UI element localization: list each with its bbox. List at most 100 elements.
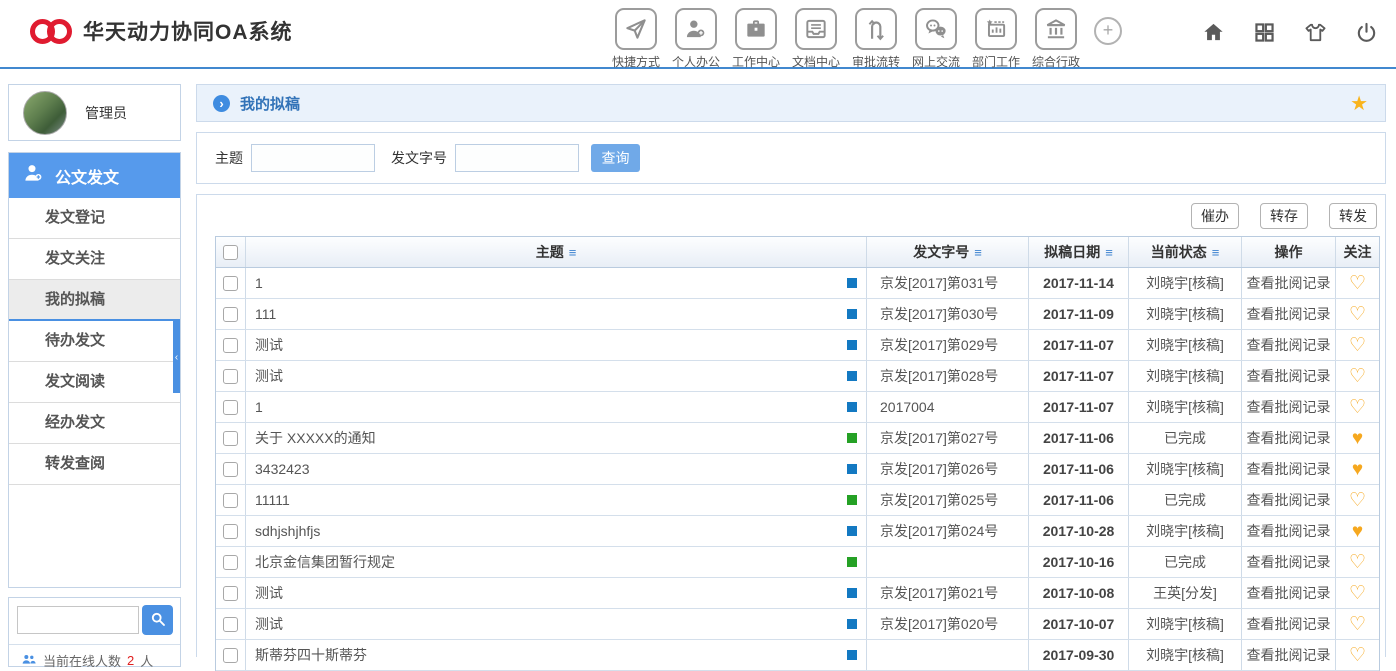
subject-text[interactable]: 1 bbox=[255, 399, 847, 415]
view-records-link[interactable]: 查看批阅记录 bbox=[1247, 366, 1331, 386]
favorite-heart-outline-icon[interactable]: ♡ bbox=[1349, 553, 1366, 572]
view-records-link[interactable]: 查看批阅记录 bbox=[1247, 583, 1331, 603]
subject-text[interactable]: 关于 XXXXX的通知 bbox=[255, 428, 847, 448]
sort-icon[interactable]: ≡ bbox=[974, 245, 982, 260]
view-records-link[interactable]: 查看批阅记录 bbox=[1247, 273, 1331, 293]
query-button[interactable]: 查询 bbox=[591, 144, 640, 172]
subject-text[interactable]: 测试 bbox=[255, 335, 847, 355]
subject-text[interactable]: 111 bbox=[255, 306, 847, 322]
favorite-heart-filled-icon[interactable]: ♥ bbox=[1352, 429, 1363, 448]
nav-item-1[interactable]: 快捷方式 bbox=[606, 8, 666, 70]
row-checkbox[interactable] bbox=[223, 524, 238, 539]
subject-text[interactable]: 斯蒂芬四十斯蒂芬 bbox=[255, 645, 847, 665]
nav-item-label: 综合行政 bbox=[1032, 53, 1080, 70]
current-status: 已完成 bbox=[1129, 485, 1242, 515]
view-records-link[interactable]: 查看批阅记录 bbox=[1247, 397, 1331, 417]
sidebar-item-6[interactable]: 经办发文 bbox=[9, 403, 180, 444]
nav-item-5[interactable]: 审批流转 bbox=[846, 8, 906, 70]
favorite-heart-outline-icon[interactable]: ♡ bbox=[1349, 367, 1366, 386]
row-checkbox[interactable] bbox=[223, 276, 238, 291]
row-checkbox[interactable] bbox=[223, 338, 238, 353]
row-checkbox[interactable] bbox=[223, 586, 238, 601]
row-checkbox[interactable] bbox=[223, 648, 238, 663]
doc-number-filter-input[interactable] bbox=[455, 144, 579, 172]
column-header-2: 发文字号≡ bbox=[867, 237, 1029, 267]
subject-text[interactable]: 1 bbox=[255, 275, 847, 291]
view-records-link[interactable]: 查看批阅记录 bbox=[1247, 428, 1331, 448]
column-header-5: 操作 bbox=[1242, 237, 1336, 267]
sidebar-item-1[interactable]: 发文登记 bbox=[9, 198, 180, 239]
view-records-link[interactable]: 查看批阅记录 bbox=[1247, 490, 1331, 510]
favorite-heart-outline-icon[interactable]: ♡ bbox=[1349, 305, 1366, 324]
favorite-heart-outline-icon[interactable]: ♡ bbox=[1349, 646, 1366, 665]
grid-icon[interactable] bbox=[1253, 21, 1276, 49]
nav-item-4[interactable]: 文档中心 bbox=[786, 8, 846, 70]
favorite-heart-outline-icon[interactable]: ♡ bbox=[1349, 491, 1366, 510]
subject-text[interactable]: 北京金信集团暂行规定 bbox=[255, 552, 847, 572]
subject-text[interactable]: 11111 bbox=[255, 492, 847, 508]
subject-text[interactable]: 测试 bbox=[255, 614, 847, 634]
subject-filter-input[interactable] bbox=[251, 144, 375, 172]
favorite-heart-outline-icon[interactable]: ♡ bbox=[1349, 398, 1366, 417]
sidebar-item-2[interactable]: 发文关注 bbox=[9, 239, 180, 280]
user-card: 管理员 bbox=[8, 84, 181, 141]
subject-text[interactable]: 测试 bbox=[255, 583, 847, 603]
save-as-button[interactable]: 转存 bbox=[1260, 203, 1308, 229]
view-records-link[interactable]: 查看批阅记录 bbox=[1247, 304, 1331, 324]
avatar[interactable] bbox=[23, 91, 67, 135]
favorite-heart-filled-icon[interactable]: ♥ bbox=[1352, 460, 1363, 479]
favorite-page-star-icon[interactable]: ★ bbox=[1350, 91, 1368, 116]
add-shortcut-button[interactable]: + bbox=[1094, 17, 1122, 45]
sidebar-search-input[interactable] bbox=[17, 606, 139, 634]
theme-shirt-icon[interactable] bbox=[1304, 21, 1327, 49]
nav-item-7[interactable]: 部门工作 bbox=[966, 8, 1026, 70]
draft-date: 2017-11-07 bbox=[1029, 361, 1129, 391]
sort-icon[interactable]: ≡ bbox=[1212, 245, 1220, 260]
forward-button[interactable]: 转发 bbox=[1329, 203, 1377, 229]
power-icon[interactable] bbox=[1355, 21, 1378, 49]
sidebar-section-header[interactable]: 公文发文 bbox=[9, 153, 180, 198]
sidebar-item-7[interactable]: 转发查阅 bbox=[9, 444, 180, 485]
favorite-heart-outline-icon[interactable]: ♡ bbox=[1349, 274, 1366, 293]
row-checkbox[interactable] bbox=[223, 431, 238, 446]
nav-item-3[interactable]: 工作中心 bbox=[726, 8, 786, 70]
sidebar-item-3[interactable]: 我的拟稿 bbox=[9, 280, 180, 321]
sidebar-item-4[interactable]: 待办发文 bbox=[9, 321, 180, 362]
nav-item-8[interactable]: 综合行政 bbox=[1026, 8, 1086, 70]
row-checkbox[interactable] bbox=[223, 617, 238, 632]
row-checkbox[interactable] bbox=[223, 555, 238, 570]
row-checkbox[interactable] bbox=[223, 462, 238, 477]
sidebar-search-button[interactable] bbox=[142, 605, 173, 635]
sidebar-collapse-handle[interactable]: ‹ bbox=[173, 321, 180, 393]
favorite-heart-outline-icon[interactable]: ♡ bbox=[1349, 336, 1366, 355]
sort-icon[interactable]: ≡ bbox=[569, 245, 577, 260]
sort-icon[interactable]: ≡ bbox=[1105, 245, 1113, 260]
row-checkbox[interactable] bbox=[223, 400, 238, 415]
sidebar-item-5[interactable]: 发文阅读 bbox=[9, 362, 180, 403]
view-records-link[interactable]: 查看批阅记录 bbox=[1247, 614, 1331, 634]
status-marker-blue-icon bbox=[847, 588, 857, 598]
row-checkbox[interactable] bbox=[223, 369, 238, 384]
home-icon[interactable] bbox=[1202, 21, 1225, 49]
favorite-heart-outline-icon[interactable]: ♡ bbox=[1349, 584, 1366, 603]
view-records-link[interactable]: 查看批阅记录 bbox=[1247, 459, 1331, 479]
nav-item-2[interactable]: 个人办公 bbox=[666, 8, 726, 70]
nav-item-6[interactable]: 网上交流 bbox=[906, 8, 966, 70]
favorite-heart-outline-icon[interactable]: ♡ bbox=[1349, 615, 1366, 634]
view-records-link[interactable]: 查看批阅记录 bbox=[1247, 335, 1331, 355]
favorite-heart-filled-icon[interactable]: ♥ bbox=[1352, 522, 1363, 541]
current-status: 刘晓宇[核稿] bbox=[1129, 299, 1242, 329]
view-records-link[interactable]: 查看批阅记录 bbox=[1247, 521, 1331, 541]
row-checkbox[interactable] bbox=[223, 307, 238, 322]
view-records-link[interactable]: 查看批阅记录 bbox=[1247, 552, 1331, 572]
doc-number: 京发[2017]第025号 bbox=[867, 485, 1029, 515]
logo-infinity-icon bbox=[30, 19, 72, 44]
row-checkbox[interactable] bbox=[223, 493, 238, 508]
column-header-4: 当前状态≡ bbox=[1129, 237, 1242, 267]
urge-button[interactable]: 催办 bbox=[1191, 203, 1239, 229]
select-all-checkbox[interactable] bbox=[223, 245, 238, 260]
view-records-link[interactable]: 查看批阅记录 bbox=[1247, 645, 1331, 665]
subject-text[interactable]: sdhjshjhfjs bbox=[255, 523, 847, 539]
subject-text[interactable]: 3432423 bbox=[255, 461, 847, 477]
subject-text[interactable]: 测试 bbox=[255, 366, 847, 386]
